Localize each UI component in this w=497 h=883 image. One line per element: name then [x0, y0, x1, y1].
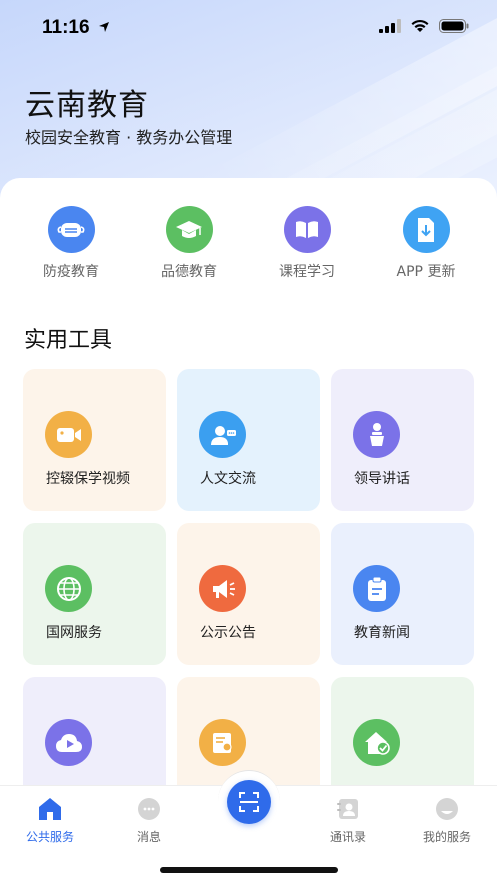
- tool-label: 领导讲话: [354, 471, 410, 487]
- download-icon: [402, 206, 450, 253]
- certificate-icon: [199, 719, 246, 766]
- cellular-signal-icon: [379, 19, 401, 33]
- tab-label: 消息: [136, 830, 161, 844]
- quick-actions: 防疫教育 品德教育 课程学习 APP 更新: [0, 206, 497, 286]
- quick-action-epidemic[interactable]: 防疫教育: [11, 206, 131, 281]
- tools-section-title: 实用工具: [24, 328, 113, 353]
- profile-icon: [434, 796, 460, 822]
- main-content: 防疫教育 品德教育 课程学习 APP 更新 实用工具 控辍保学视频 人文交流 领…: [0, 178, 497, 818]
- quick-action-app-update[interactable]: APP 更新: [366, 206, 486, 281]
- tool-label: 公示公告: [200, 625, 256, 641]
- wifi-icon: [411, 19, 429, 32]
- tab-label: 通讯录: [329, 830, 366, 844]
- graduation-cap-icon: [165, 206, 213, 253]
- home-icon: [37, 796, 63, 822]
- clipboard-icon: [353, 565, 400, 612]
- tool-label: 教育新闻: [354, 625, 410, 641]
- chat-user-icon: [199, 411, 246, 458]
- message-icon: [136, 796, 162, 822]
- tool-leader-speech[interactable]: 领导讲话: [331, 369, 474, 511]
- quick-action-label: 品德教育: [161, 264, 217, 280]
- cloud-play-icon: [45, 719, 92, 766]
- tab-messages[interactable]: 消息: [99, 796, 199, 845]
- tool-cultural-exchange[interactable]: 人文交流: [177, 369, 320, 511]
- tab-contacts[interactable]: 通讯录: [298, 796, 398, 845]
- tab-label: 我的服务: [422, 830, 471, 844]
- video-camera-icon: [45, 411, 92, 458]
- app-subtitle: 校园安全教育 · 教务办公管理: [25, 128, 233, 147]
- tool-public-notice[interactable]: 公示公告: [177, 523, 320, 665]
- tab-my-services[interactable]: 我的服务: [397, 796, 497, 845]
- megaphone-icon: [199, 565, 246, 612]
- status-time: 11:16: [42, 17, 110, 39]
- podium-speaker-icon: [353, 411, 400, 458]
- quick-action-label: 防疫教育: [43, 264, 99, 280]
- quick-action-courses[interactable]: 课程学习: [247, 206, 367, 281]
- location-arrow-icon: [98, 22, 109, 32]
- scan-icon: [239, 791, 259, 812]
- tool-dropout-video[interactable]: 控辍保学视频: [23, 369, 166, 511]
- contacts-icon: [335, 796, 361, 822]
- quick-action-moral[interactable]: 品德教育: [129, 206, 249, 281]
- scan-button-wrapper: [218, 770, 280, 832]
- tool-education-news[interactable]: 教育新闻: [331, 523, 474, 665]
- tool-label: 控辍保学视频: [46, 471, 130, 487]
- mask-icon: [47, 206, 95, 253]
- battery-icon: [439, 19, 469, 33]
- book-icon: [283, 206, 331, 253]
- globe-icon: [45, 565, 92, 612]
- tool-label: 国网服务: [46, 625, 102, 641]
- quick-action-label: 课程学习: [279, 264, 335, 280]
- quick-action-label: APP 更新: [396, 264, 456, 280]
- tool-label: 人文交流: [200, 471, 256, 487]
- tab-public-services[interactable]: 公共服务: [0, 796, 100, 845]
- home-check-icon: [353, 719, 400, 766]
- home-indicator: [160, 867, 338, 873]
- status-bar: 11:16: [0, 0, 497, 56]
- app-title: 云南教育: [25, 88, 149, 123]
- tool-national-network[interactable]: 国网服务: [23, 523, 166, 665]
- scan-button[interactable]: [227, 779, 271, 824]
- tab-label: 公共服务: [25, 830, 74, 844]
